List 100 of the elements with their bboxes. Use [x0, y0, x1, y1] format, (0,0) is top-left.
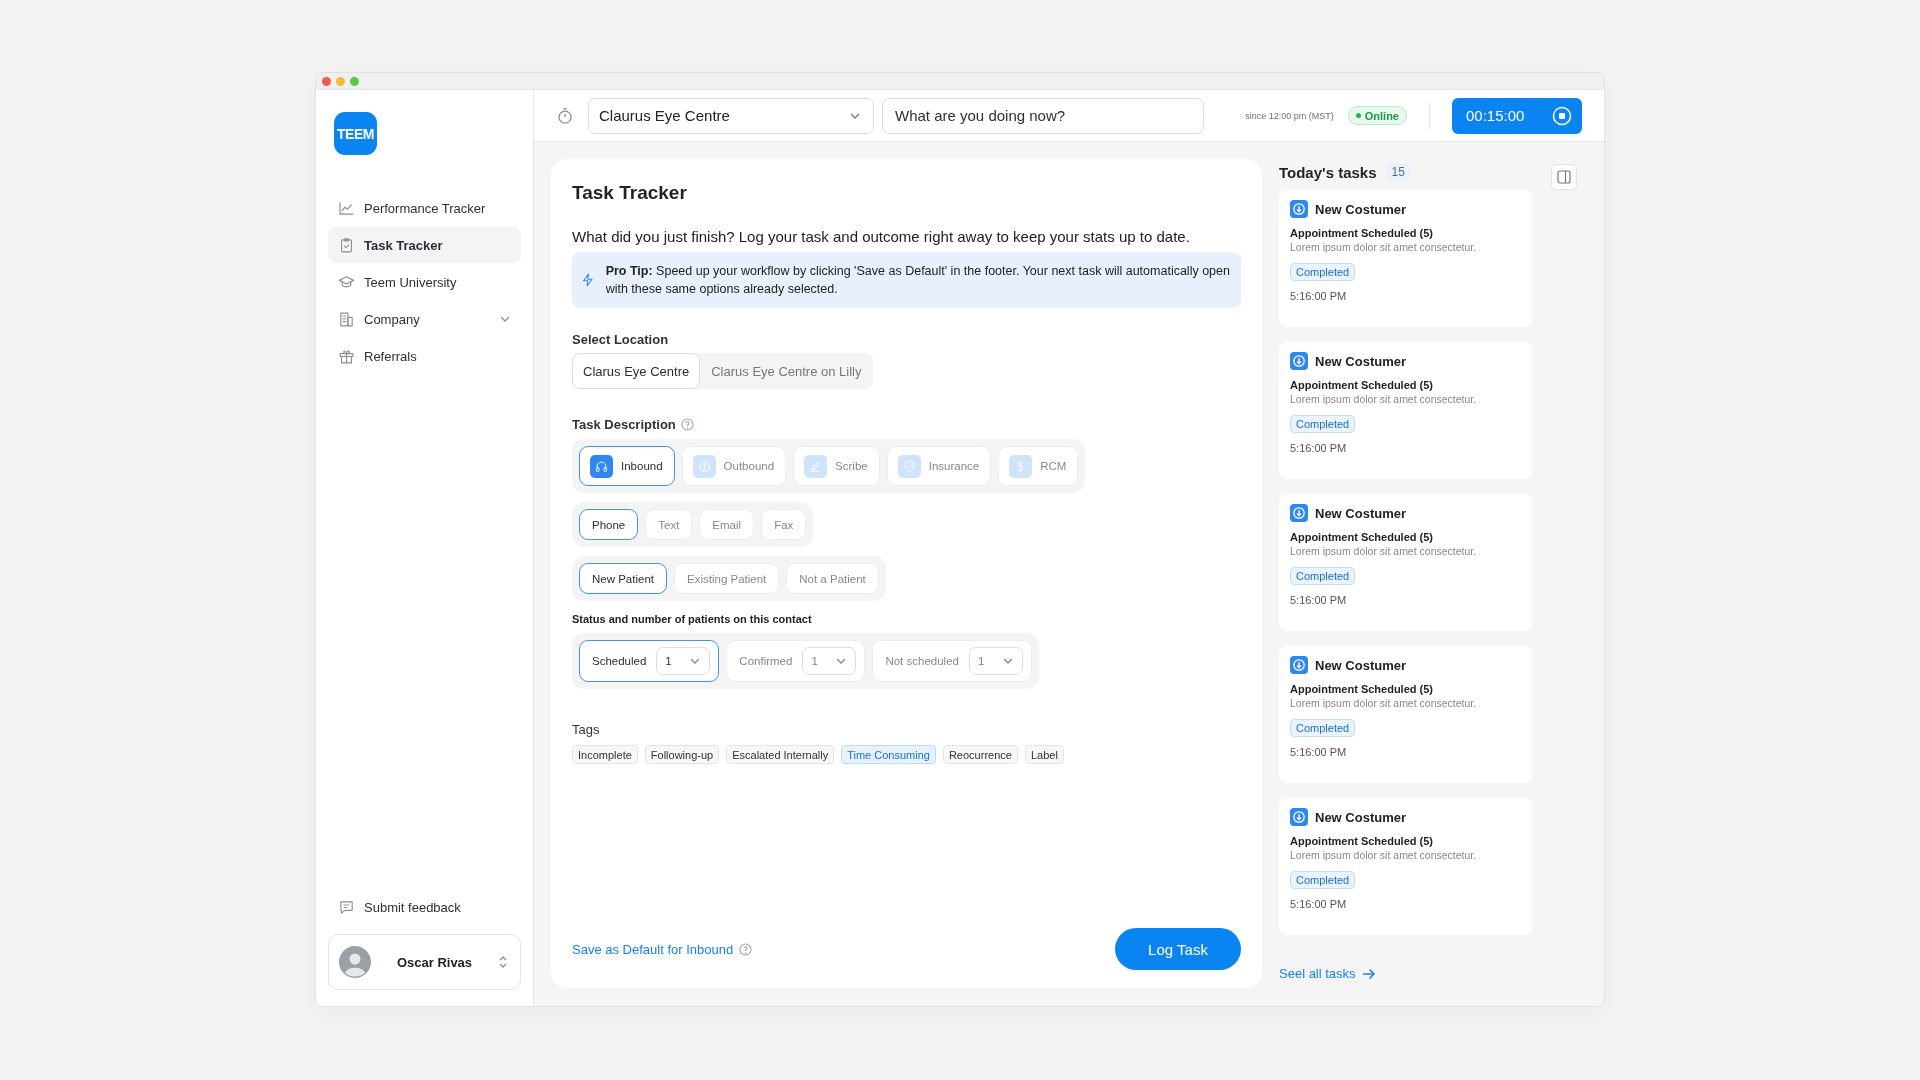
tag-chip[interactable]: Following-up: [644, 745, 720, 764]
stopwatch-icon: [556, 106, 574, 125]
status-option-label: Scheduled: [592, 655, 647, 667]
task-type-option[interactable]: RCM: [998, 446, 1079, 486]
task-title: New Costumer: [1315, 505, 1407, 521]
status-tag: Completed: [1290, 263, 1356, 281]
patient-option[interactable]: Existing Patient: [674, 563, 780, 594]
speech-bubble-icon: [338, 898, 355, 916]
status-tag: Completed: [1290, 415, 1356, 433]
nav-item[interactable]: Referrals: [328, 338, 521, 374]
download-icon: [1290, 352, 1308, 370]
channel-option[interactable]: Phone: [579, 509, 639, 540]
tip-text: Pro Tip: Speed up your workflow by clicking 'Save as Default' in the footer. Your next task will automatically open with these same options already selected.: [605, 263, 1231, 298]
location-select[interactable]: Claurus Eye Centre: [588, 97, 874, 134]
count-select[interactable]: 1: [802, 647, 857, 675]
task-type-option[interactable]: Scribe: [793, 446, 880, 486]
graduation-cap-icon: [338, 273, 355, 291]
task-time: 5:16:00 PM: [1290, 746, 1347, 758]
task-time: 5:16:00 PM: [1290, 290, 1347, 302]
task-subtitle: Appointment Scheduled (5): [1290, 835, 1433, 847]
nav-item[interactable]: Task Tracker: [328, 227, 521, 263]
task-time: 5:16:00 PM: [1290, 594, 1347, 606]
tag-chip[interactable]: Label: [1024, 745, 1064, 764]
maximize-window-icon: [350, 76, 359, 86]
see-all-link[interactable]: Seel all tasks: [1279, 966, 1376, 981]
avatar-icon: [339, 946, 371, 978]
count-select[interactable]: 1: [968, 647, 1023, 675]
shield-icon: [901, 458, 917, 474]
task-subtitle: Appointment Scheduled (5): [1290, 683, 1433, 695]
nav-item[interactable]: Performance Tracker: [328, 190, 521, 226]
up-down-chevron-icon: [498, 955, 508, 969]
help-icon: [739, 942, 753, 956]
task-description: Lorem ipsum dolor sit amet consectetur.: [1290, 849, 1477, 861]
task-subtitle: Appointment Scheduled (5): [1290, 227, 1433, 239]
location-option[interactable]: Clarus Eye Centre on Lilly: [700, 353, 873, 389]
activity-input[interactable]: What are you doing now?: [882, 97, 1204, 134]
task-description: Lorem ipsum dolor sit amet consectetur.: [1290, 393, 1477, 405]
download-icon: [1290, 808, 1308, 826]
task-type-option[interactable]: Outbound: [681, 446, 787, 486]
task-title: New Costumer: [1315, 201, 1407, 217]
log-task-button[interactable]: Log Task: [1115, 928, 1241, 970]
channel-option[interactable]: Email: [699, 509, 755, 540]
arrow-right-icon: [1361, 967, 1376, 980]
task-title: New Costumer: [1315, 353, 1407, 369]
lightning-icon: [582, 271, 594, 289]
count-select[interactable]: 1: [656, 647, 711, 675]
tag-chip[interactable]: Escalated Internally: [726, 745, 835, 764]
headphones-icon: [594, 458, 609, 474]
channel-option[interactable]: Text: [645, 509, 693, 540]
task-type-option[interactable]: Inbound: [579, 446, 675, 486]
minimize-window-icon: [336, 76, 345, 86]
gift-icon: [338, 347, 355, 365]
location-option[interactable]: Clarus Eye Centre: [572, 353, 701, 389]
status-option-label: Confirmed: [739, 655, 793, 667]
close-window-icon: [322, 76, 331, 86]
tasks-title: Today's tasks: [1279, 163, 1377, 181]
task-description: Lorem ipsum dolor sit amet consectetur.: [1290, 545, 1477, 557]
page-title: Task Tracker: [572, 182, 687, 204]
task-description: Lorem ipsum dolor sit amet consectetur.: [1290, 241, 1477, 253]
download-icon: [1290, 504, 1308, 522]
status-option-label: Not scheduled: [885, 655, 959, 667]
nav-item[interactable]: Teem University: [328, 264, 521, 300]
task-subtitle: Appointment Scheduled (5): [1290, 379, 1433, 391]
patient-option[interactable]: New Patient: [579, 563, 667, 594]
status-tag: Completed: [1290, 567, 1356, 585]
task-time: 5:16:00 PM: [1290, 898, 1347, 910]
patient-option[interactable]: Not a Patient: [786, 563, 879, 594]
status-option[interactable]: Scheduled 1: [579, 640, 720, 682]
task-subtitle: Appointment Scheduled (5): [1290, 531, 1433, 543]
status-tag: Completed: [1290, 719, 1356, 737]
panel-toggle-button[interactable]: [1551, 164, 1577, 190]
status-option[interactable]: Confirmed 1: [726, 640, 866, 682]
upload-icon: [696, 458, 712, 474]
chart-icon: [338, 199, 355, 217]
task-count: 15: [1386, 163, 1410, 181]
task-title: New Costumer: [1315, 657, 1407, 673]
user-menu[interactable]: Oscar Rivas: [328, 934, 521, 990]
location-label: Select Location: [572, 332, 669, 347]
task-type-option[interactable]: Insurance: [886, 446, 992, 486]
status-dot-icon: [1355, 113, 1361, 118]
save-default-link[interactable]: Save as Default for Inbound: [572, 941, 734, 957]
task-time: 5:16:00 PM: [1290, 442, 1347, 454]
tag-chip[interactable]: Reocurrence: [942, 745, 1018, 764]
side-panel-icon: [1557, 170, 1571, 184]
status-text: Online: [1364, 109, 1399, 122]
task-title: New Costumer: [1315, 809, 1407, 825]
download-icon: [1290, 200, 1308, 218]
tag-chip[interactable]: Time Consuming: [841, 745, 936, 764]
feedback-link[interactable]: Submit feedback: [328, 890, 521, 924]
status-option[interactable]: Not scheduled 1: [872, 640, 1032, 682]
clipboard-icon: [338, 236, 355, 254]
since-text: since 12:00 pm (MST): [1245, 110, 1334, 121]
nav-item[interactable]: Company: [328, 301, 521, 337]
task-description: Lorem ipsum dolor sit amet consectetur.: [1290, 697, 1477, 709]
tag-chip[interactable]: Incomplete: [572, 745, 638, 764]
task-description-label: Task Description: [572, 417, 676, 432]
status-tag: Completed: [1290, 871, 1356, 889]
intro-text: What did you just finish? Log your task and outcome right away to keep your stats up to date.: [572, 228, 1190, 245]
channel-option[interactable]: Fax: [761, 509, 807, 540]
timer-button[interactable]: 00:15:00: [1452, 97, 1582, 134]
